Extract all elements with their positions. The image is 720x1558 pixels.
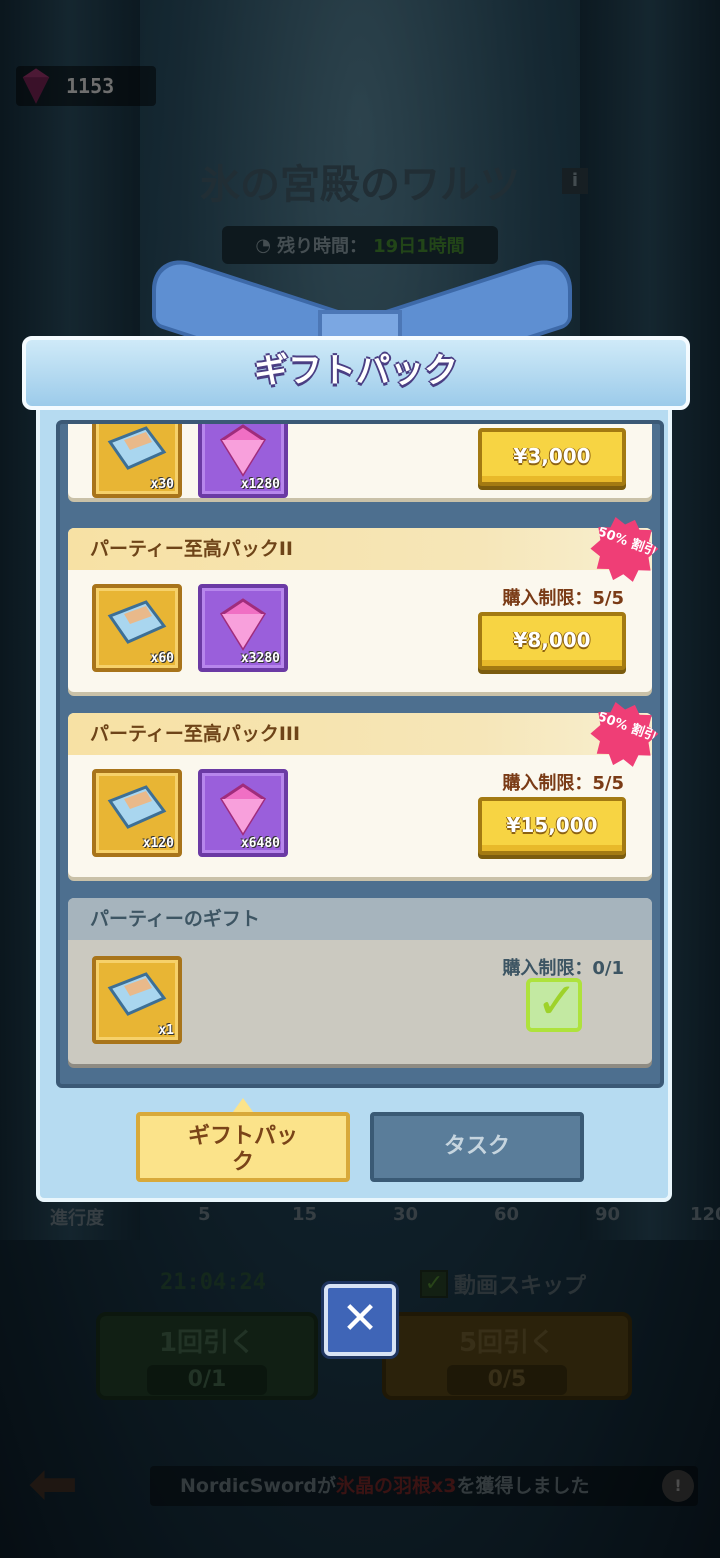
ticket-icon [107,972,167,1016]
item-qty: x6480 [240,836,280,851]
buy-button[interactable]: ¥3,000 [478,428,626,486]
tab-task[interactable]: タスク [370,1112,584,1182]
item-qty: x30 [150,477,174,492]
claimed-check-icon: ✓ [526,972,582,1032]
purchase-limit: 購入制限：5/5 [502,773,624,794]
item-qty: x3280 [240,651,280,666]
modal-title: ギフトパック [254,351,458,391]
pack-item-ticket: x30 [92,424,182,498]
ticket-icon [107,426,167,470]
pack-name: パーティー至高パックII [68,528,652,570]
pack-name: パーティー至高パックIII [68,713,652,755]
pack-card: パーティー至高パックII 50% 割引 x60 x3280 購入制限：5/5 ¥… [68,528,652,692]
gem-icon [219,598,267,651]
gem-icon [219,424,267,477]
item-qty: x1280 [240,477,280,492]
pack-item-gem: x1280 [198,424,288,498]
pack-card: x30 x1280 ¥3,000 [68,424,652,498]
pack-card: パーティー至高パックIII 50% 割引 x120 x6480 購入制限：5/5… [68,713,652,877]
discount-badge: 50% 割引 [583,509,664,591]
pack-item-ticket: x1 [92,956,182,1044]
discount-badge: 50% 割引 [583,694,664,776]
pack-item-gem: x3280 [198,584,288,672]
item-qty: x1 [158,1023,174,1038]
ticket-icon [107,785,167,829]
gem-icon [219,783,267,836]
pack-item-ticket: x120 [92,769,182,857]
tab-gift-pack[interactable]: ギフトパッ ク [136,1112,350,1182]
ticket-icon [107,600,167,644]
pack-item-ticket: x60 [92,584,182,672]
pack-item-gem: x6480 [198,769,288,857]
item-qty: x120 [142,836,174,851]
buy-button[interactable]: ¥8,000 [478,612,626,670]
pack-name: パーティーのギフト [68,898,652,940]
buy-button[interactable]: ¥15,000 [478,797,626,855]
purchase-limit: 購入制限：5/5 [502,588,624,609]
item-qty: x60 [150,651,174,666]
pack-card: パーティーのギフト x1 購入制限：0/1 ✓ [68,898,652,1064]
pack-list[interactable]: x30 x1280 ¥3,000 パーティー至高パックII 50% 割引 x60… [56,420,664,1088]
close-button[interactable]: ✕ [324,1284,396,1356]
